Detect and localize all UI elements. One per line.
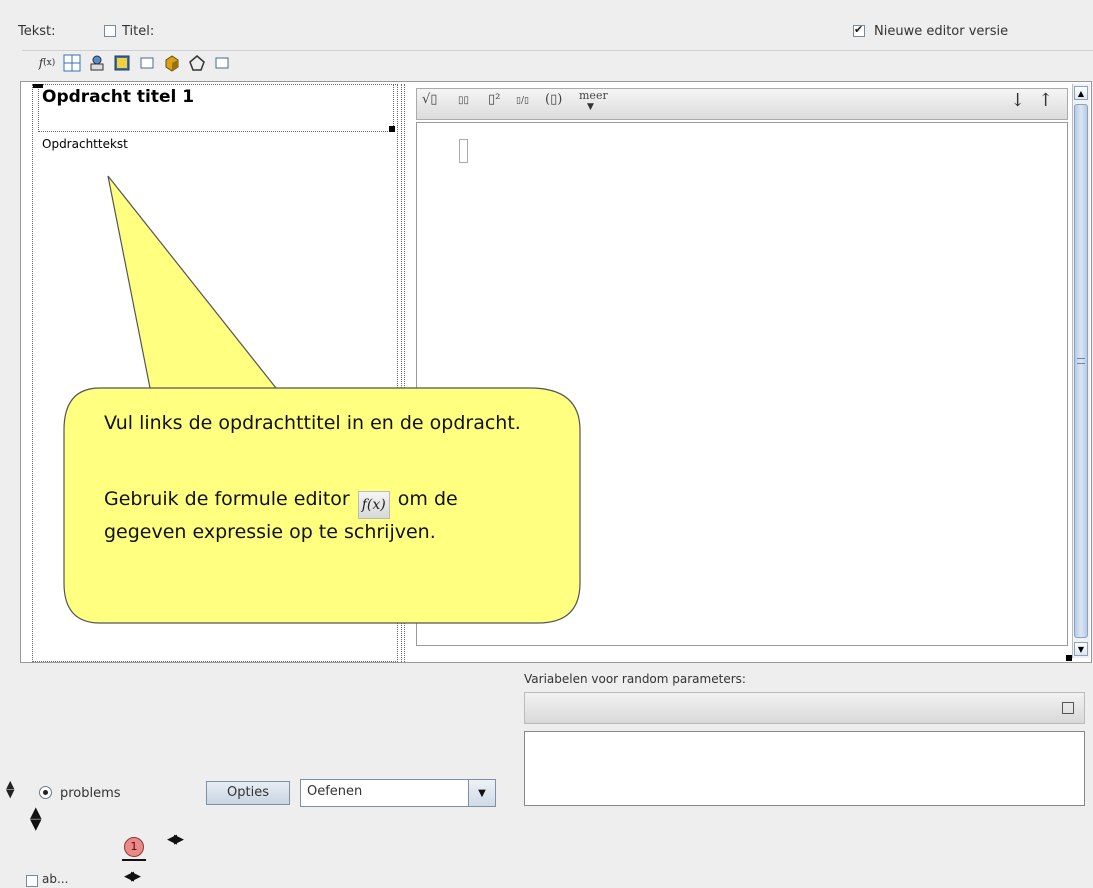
box-icon[interactable]	[213, 54, 231, 72]
callout-balloon	[63, 175, 581, 624]
scrollbar-grip-icon	[1077, 358, 1085, 364]
power-button[interactable]: ▯▯	[458, 95, 469, 106]
polygon-icon[interactable]	[188, 54, 206, 72]
move-up-button[interactable]: ↑	[1038, 90, 1053, 111]
editor-version-label: Nieuwe editor versie	[874, 24, 1009, 39]
ab-checkbox[interactable]	[26, 873, 38, 888]
titel-checkbox[interactable]	[104, 23, 116, 38]
assignment-text[interactable]: Opdrachttekst	[42, 137, 128, 151]
more-chevron-icon[interactable]: ▼	[587, 102, 594, 112]
scroll-down-arrow-icon[interactable]: ▼	[1074, 642, 1088, 656]
mode-select[interactable]: Oefenen ▼	[300, 779, 496, 807]
editor-version-checkbox[interactable]	[853, 23, 865, 38]
formula-cursor-box[interactable]	[459, 139, 468, 163]
variables-expand-icon[interactable]	[1062, 702, 1074, 714]
mode-select-value: Oefenen	[307, 784, 363, 799]
scroll-up-arrow-icon[interactable]: ▲	[1074, 86, 1088, 100]
frame-icon[interactable]	[138, 54, 156, 72]
callout-text-2-before: Gebruik de formule editor	[104, 488, 350, 510]
formula-editor-toolbar	[416, 88, 1068, 120]
graph-icon[interactable]	[88, 54, 106, 72]
move-updown-icon[interactable]: ▲ ▼	[30, 805, 42, 832]
square-button[interactable]: ▯²	[488, 92, 500, 107]
table-icon[interactable]	[63, 54, 81, 72]
resize-handle-br[interactable]	[389, 126, 395, 132]
variables-input[interactable]	[524, 731, 1085, 806]
ab-label: ab...	[42, 872, 69, 886]
main-toolbar	[22, 50, 1093, 77]
counter-underline	[122, 859, 146, 861]
more-button[interactable]: meer	[579, 89, 608, 102]
tekst-label: Tekst:	[18, 24, 56, 39]
image-icon[interactable]	[113, 54, 131, 72]
counter-badge[interactable]: 1	[124, 837, 144, 857]
problems-label: problems	[60, 786, 121, 801]
parens-button[interactable]: (▯)	[545, 92, 562, 107]
scrollbar-thumb[interactable]	[1074, 104, 1088, 638]
callout-text-2: Gebruik de formule editor f(x) om de geg…	[104, 486, 534, 546]
variables-label: Variabelen voor random parameters:	[524, 672, 746, 686]
sqrt-button[interactable]: √▯	[422, 92, 437, 107]
options-button[interactable]: Opties	[206, 781, 290, 805]
sort-updown-icon[interactable]: ▲ ▼	[6, 779, 14, 799]
move-leftright-icon[interactable]: ◀▶	[167, 832, 184, 847]
move-down-button[interactable]: ↓	[1010, 90, 1025, 111]
cube-icon[interactable]	[163, 54, 181, 72]
assignment-title[interactable]: Opdracht titel 1	[42, 87, 194, 107]
formula-icon[interactable]: f (x)	[38, 54, 56, 72]
move-leftright-small-icon[interactable]: ◀▶	[124, 869, 141, 884]
corner-handle[interactable]	[1066, 655, 1072, 661]
titel-label: Titel:	[122, 24, 155, 39]
mode-select-chevron-down-icon[interactable]: ▼	[468, 780, 495, 806]
callout-formula-icon: f(x)	[357, 491, 390, 519]
fraction-button[interactable]: ▯/▯	[516, 96, 529, 106]
variables-header-bar	[524, 692, 1085, 724]
callout-text-1: Vul links de opdrachttitel in en de opdr…	[104, 412, 521, 434]
counter-value: 1	[130, 840, 138, 853]
problems-radio[interactable]	[39, 786, 52, 799]
